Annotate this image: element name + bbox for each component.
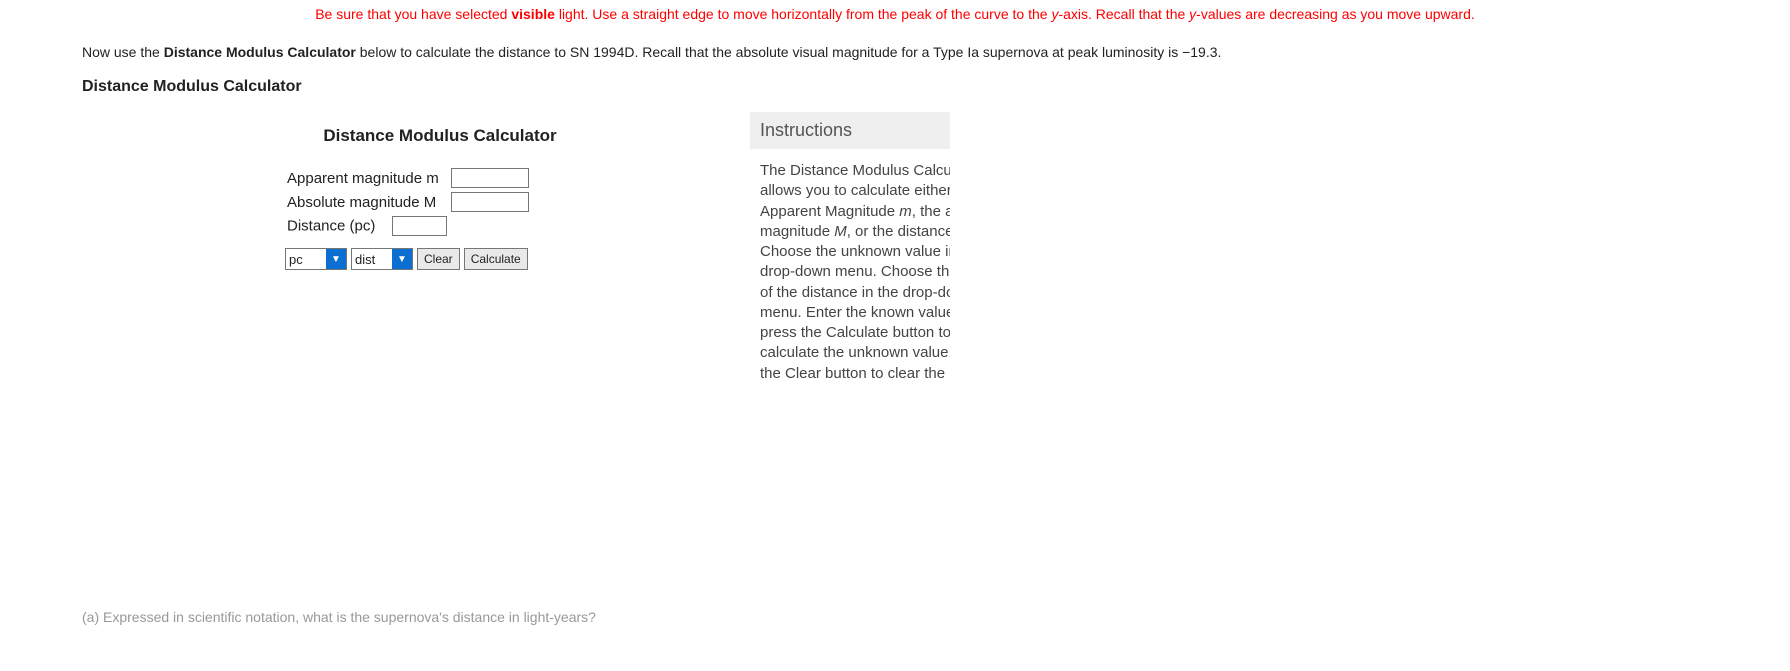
instructions-text: The Distance Modulus Calculator allows y… bbox=[750, 149, 950, 384]
input-distance[interactable] bbox=[392, 216, 447, 236]
instructions-scroll[interactable]: Instructions The Distance Modulus Calcul… bbox=[750, 112, 950, 574]
calculator-title: Distance Modulus Calculator bbox=[285, 126, 595, 146]
hint-pre: Be sure that you have selected bbox=[315, 6, 511, 22]
input-apparent-m[interactable] bbox=[451, 168, 529, 188]
calculator-widget: Distance Modulus Calculator Apparent mag… bbox=[90, 104, 952, 584]
calculate-button[interactable]: Calculate bbox=[464, 248, 528, 270]
instructions-heading: Instructions bbox=[750, 112, 950, 149]
intro-text: Now use the Distance Modulus Calculator … bbox=[0, 44, 1790, 78]
label-absolute-m: Absolute magnitude M bbox=[285, 190, 449, 214]
clear-button[interactable]: Clear bbox=[417, 248, 460, 270]
calculator-panel: Distance Modulus Calculator Apparent mag… bbox=[285, 126, 595, 270]
chevron-down-icon[interactable]: ▼ bbox=[392, 249, 412, 269]
chevron-down-icon[interactable]: ▼ bbox=[326, 249, 346, 269]
hint-mid2: -axis. Recall that the bbox=[1058, 6, 1189, 22]
question-a-cutoff: (a) Expressed in scientific notation, wh… bbox=[0, 601, 1790, 625]
input-absolute-m[interactable] bbox=[451, 192, 529, 212]
hint-post: -values are decreasing as you move upwar… bbox=[1196, 6, 1475, 22]
select-unit[interactable]: pc ▼ bbox=[285, 248, 347, 270]
label-apparent-m: Apparent magnitude m bbox=[285, 166, 449, 190]
hint-text: Be sure that you have selected visible l… bbox=[0, 0, 1790, 44]
select-variable[interactable]: dist ▼ bbox=[351, 248, 413, 270]
select-unit-value: pc bbox=[286, 249, 326, 269]
intro-pre: Now use the bbox=[82, 44, 164, 60]
horizontal-scrollbar[interactable] bbox=[90, 584, 952, 601]
select-variable-value: dist bbox=[352, 249, 392, 269]
label-distance: Distance (pc) bbox=[287, 218, 375, 235]
intro-post: below to calculate the distance to SN 19… bbox=[356, 44, 1222, 60]
hint-mid1: light. Use a straight edge to move horiz… bbox=[555, 6, 1052, 22]
section-title: Distance Modulus Calculator bbox=[0, 78, 1790, 104]
intro-bold: Distance Modulus Calculator bbox=[164, 44, 356, 60]
hint-bold: visible bbox=[511, 6, 555, 22]
